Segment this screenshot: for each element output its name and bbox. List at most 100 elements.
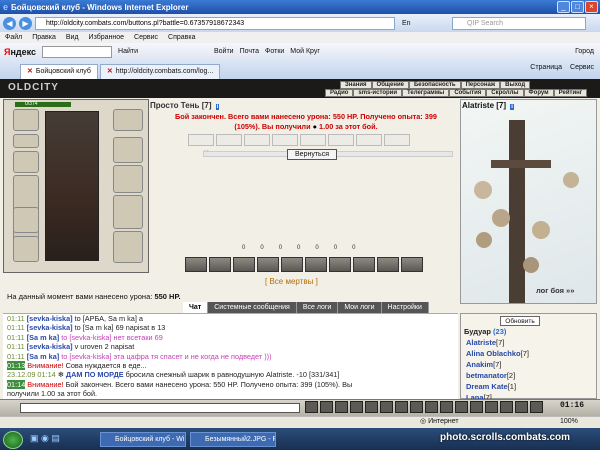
nav-scrolls[interactable]: Скроллы	[486, 89, 524, 97]
zoom-level[interactable]: 100%	[560, 416, 578, 428]
toolbar-icon[interactable]	[320, 401, 333, 413]
ability-icon[interactable]	[305, 257, 327, 272]
player-row[interactable]: Alatriste[7]	[466, 338, 504, 347]
scroll-slot[interactable]	[356, 134, 382, 146]
tab-log[interactable]: ✕ http://oldcity.combats.com/log...	[99, 64, 221, 79]
ability-icon[interactable]	[257, 257, 279, 272]
toolbar-icon[interactable]	[410, 401, 423, 413]
player-row[interactable]: betmanator[2]	[466, 371, 515, 380]
ability-icon[interactable]	[329, 257, 351, 272]
start-button[interactable]	[3, 431, 23, 449]
tab-fightclub[interactable]: ✕ Бойцовский клуб	[20, 64, 98, 79]
nav-communication[interactable]: Общение	[371, 81, 409, 89]
toolbar-icon[interactable]	[395, 401, 408, 413]
tools-menu[interactable]: Сервис	[570, 64, 594, 71]
yandex-link-login[interactable]: Войти	[214, 48, 234, 55]
weapon-slot[interactable]	[13, 151, 39, 173]
earring-slot[interactable]	[13, 134, 39, 148]
scroll-slot[interactable]	[328, 134, 354, 146]
toolbar-icon[interactable]	[470, 401, 483, 413]
shield-slot[interactable]	[113, 165, 143, 193]
yandex-link-photos[interactable]: Фотки	[265, 48, 284, 55]
ring-slot[interactable]	[113, 109, 143, 131]
menu-tools[interactable]: Сервис	[134, 32, 158, 43]
menu-help[interactable]: Справка	[168, 32, 195, 43]
nav-telegrams[interactable]: Телеграммы	[402, 89, 450, 97]
task-image[interactable]: Безымянный2.JPG - P...	[190, 432, 276, 447]
pants-slot[interactable]	[113, 195, 143, 229]
nav-knowledge[interactable]: Знания	[340, 81, 372, 89]
back-icon[interactable]: ◀	[3, 16, 16, 30]
boots-slot[interactable]	[113, 231, 143, 263]
belt-slot[interactable]	[13, 236, 39, 262]
ability-icon[interactable]	[377, 257, 399, 272]
nav-rating[interactable]: Рейтинг	[553, 89, 588, 97]
yandex-city[interactable]: Город	[575, 48, 594, 55]
quicklaunch-icons[interactable]: ▣ ◉ ▤	[30, 433, 60, 444]
menu-view[interactable]: Вид	[66, 32, 79, 43]
info-icon[interactable]: i	[215, 104, 220, 110]
ability-icon[interactable]	[233, 257, 255, 272]
ability-icon[interactable]	[401, 257, 423, 272]
scroll-slot[interactable]	[384, 134, 410, 146]
scroll-slot[interactable]	[244, 134, 270, 146]
yandex-link-mail[interactable]: Почта	[240, 48, 259, 55]
ability-icon[interactable]	[209, 257, 231, 272]
toolbar-icon[interactable]	[530, 401, 543, 413]
menu-file[interactable]: Файл	[5, 32, 22, 43]
toolbar-icon[interactable]	[380, 401, 393, 413]
nav-sms[interactable]: sms-истории	[353, 89, 403, 97]
opponent-name[interactable]: Alatriste [7] i	[462, 101, 514, 110]
forward-icon[interactable]: ▶	[19, 16, 32, 30]
toolbar-icon[interactable]	[515, 401, 528, 413]
toolbar-icon[interactable]	[485, 401, 498, 413]
yandex-link-mycircle[interactable]: Мой Круг	[290, 48, 320, 55]
player-row[interactable]: Anakim[7]	[466, 360, 501, 369]
url-field[interactable]: http://oldcity.combats.com/buttons.pl?ba…	[35, 16, 395, 30]
lang-indicator[interactable]: En	[402, 20, 411, 27]
qip-search-input[interactable]: QIP Search	[452, 17, 586, 30]
battle-log-link[interactable]: лог боя »»	[536, 286, 574, 295]
toolbar-icon[interactable]	[455, 401, 468, 413]
player-row[interactable]: Dream Kate[1]	[466, 382, 516, 391]
scroll-slot[interactable]	[300, 134, 326, 146]
chat-input[interactable]	[20, 403, 300, 413]
toolbar-icon[interactable]	[350, 401, 363, 413]
player-row[interactable]: Alina Oblachko[7]	[466, 349, 529, 358]
gloves-slot[interactable]	[113, 137, 143, 163]
toolbar-icon[interactable]	[500, 401, 513, 413]
toolbar-icon[interactable]	[305, 401, 318, 413]
maximize-button[interactable]: □	[571, 1, 584, 13]
ability-icon[interactable]	[281, 257, 303, 272]
close-button[interactable]: ×	[585, 1, 598, 13]
tab-close-icon[interactable]: ✕	[107, 65, 113, 79]
ability-icon[interactable]	[185, 257, 207, 272]
yandex-search-input[interactable]	[42, 45, 113, 58]
scroll-slot[interactable]	[272, 134, 298, 146]
nav-security[interactable]: Безопасность	[408, 81, 461, 89]
enemy-name[interactable]: Просто Тень [7] i	[150, 101, 220, 110]
nav-events[interactable]: События	[449, 89, 487, 97]
menu-favorites[interactable]: Избранное	[89, 32, 124, 43]
toolbar-icon[interactable]	[335, 401, 348, 413]
tab-close-icon[interactable]: ✕	[27, 65, 33, 79]
toolbar-icon[interactable]	[440, 401, 453, 413]
back-button[interactable]: Вернуться	[287, 149, 337, 160]
menu-edit[interactable]: Правка	[32, 32, 56, 43]
ability-icon[interactable]	[353, 257, 375, 272]
armor-slot[interactable]	[13, 207, 39, 233]
task-ie[interactable]: Бойцовский клуб - Wi...	[100, 432, 186, 447]
toolbar-icon[interactable]	[365, 401, 378, 413]
toolbar-icon[interactable]	[425, 401, 438, 413]
info-icon[interactable]: i	[510, 104, 514, 110]
helmet-slot[interactable]	[13, 109, 39, 131]
nav-forum[interactable]: Форум	[523, 89, 554, 97]
scroll-slot[interactable]	[188, 134, 214, 146]
nav-radio[interactable]: Радио	[325, 89, 354, 97]
nav-character[interactable]: Персонаж	[460, 81, 501, 89]
minimize-button[interactable]: _	[557, 1, 570, 13]
nav-exit[interactable]: Выход	[500, 81, 531, 89]
page-menu[interactable]: Страница	[530, 64, 562, 71]
yandex-find-button[interactable]: Найти	[118, 48, 138, 55]
refresh-button[interactable]: Обновить	[500, 316, 540, 326]
